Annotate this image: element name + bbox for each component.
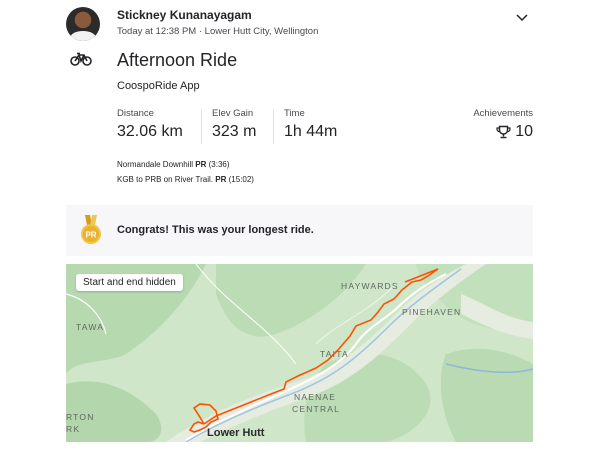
segment-item[interactable]: KGB to PRB on River Trail. PR (15:02): [117, 172, 254, 187]
segment-time: (3:36): [208, 160, 230, 169]
device-name: CoospoRide App: [117, 80, 200, 92]
chevron-down-icon[interactable]: [514, 12, 530, 24]
segment-name: KGB to PRB on River Trail.: [117, 175, 214, 184]
map-label: CENTRAL: [292, 404, 341, 414]
stat-distance: Distance 32.06 km: [117, 108, 183, 141]
route-map[interactable]: Start and end hidden HAYWARDS PINEHAVEN …: [66, 264, 533, 442]
segment-time: (15:02): [228, 175, 254, 184]
activity-title[interactable]: Afternoon Ride: [117, 50, 237, 71]
map-label: NAENAE: [294, 392, 337, 402]
athlete-name[interactable]: Stickney Kunanayagam: [117, 8, 252, 22]
pr-badge: PR: [215, 175, 227, 184]
map-label: RTON: [66, 412, 95, 422]
segment-name: Normandale Downhill: [117, 160, 194, 169]
map-label: PINEHAVEN: [402, 307, 462, 317]
map-label: TAITA: [320, 349, 349, 359]
stat-elevation-label: Elev Gain: [212, 108, 254, 119]
activity-meta: Today at 12:38 PM · Lower Hutt City, Wel…: [117, 26, 319, 37]
stat-elevation: Elev Gain 323 m: [212, 108, 256, 141]
avatar-shirt: [70, 31, 96, 41]
medal-icon: PR: [81, 215, 101, 244]
start-end-hidden-badge: Start and end hidden: [76, 274, 183, 291]
stat-distance-label: Distance: [117, 108, 154, 119]
segment-list: Normandale Downhill PR (3:36) KGB to PRB…: [117, 157, 254, 187]
stat-distance-value: 32.06 km: [117, 123, 183, 140]
stat-time-value: 1h 44m: [284, 123, 338, 140]
athlete-avatar[interactable]: [66, 7, 100, 41]
stat-divider: [273, 110, 274, 144]
congrats-banner: PR Congrats! This was your longest ride.: [66, 205, 533, 256]
bicycle-icon: [70, 52, 92, 66]
stat-achievements-value: 10: [473, 123, 533, 141]
stat-achievements[interactable]: Achievements 10: [473, 108, 533, 141]
map-label: HAYWARDS: [341, 281, 399, 291]
map-label: RK: [66, 424, 81, 434]
stat-time: Time 1h 44m: [284, 108, 337, 141]
pr-badge: PR: [195, 160, 207, 169]
stat-time-label: Time: [284, 108, 305, 119]
trophy-icon: [496, 125, 511, 139]
achievements-count: 10: [515, 123, 533, 140]
stat-elevation-value: 323 m: [212, 123, 257, 140]
congrats-text: Congrats! This was your longest ride.: [117, 224, 314, 236]
stat-divider: [201, 110, 202, 144]
medal-label: PR: [85, 231, 96, 240]
map-label: TAWA: [76, 322, 105, 332]
segment-item[interactable]: Normandale Downhill PR (3:36): [117, 157, 254, 172]
stat-achievements-label: Achievements: [473, 108, 533, 119]
map-label-city: Lower Hutt: [207, 427, 265, 439]
